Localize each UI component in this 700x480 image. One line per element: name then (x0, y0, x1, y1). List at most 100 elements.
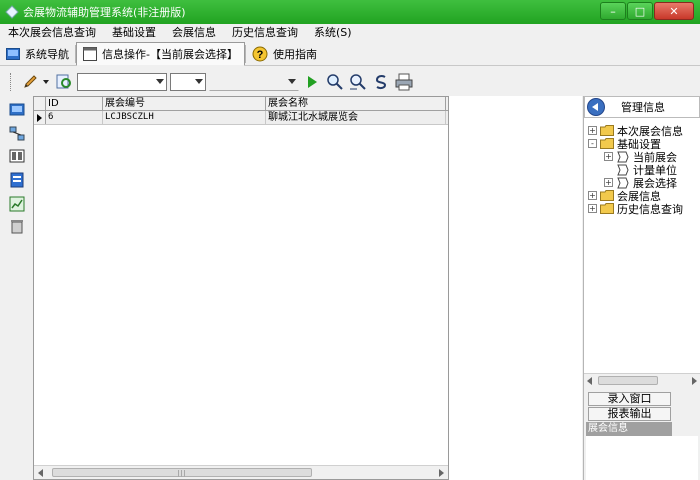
folder-open-icon (600, 138, 614, 149)
grid-horizontal-scrollbar[interactable]: ||| (34, 465, 448, 479)
chevron-down-icon (195, 79, 203, 84)
minimize-button[interactable]: – (600, 2, 626, 20)
entry-window-button[interactable]: 录入窗口 (588, 392, 671, 406)
tab-system-nav[interactable]: 系统导航 (0, 43, 75, 65)
monitor-icon[interactable] (9, 102, 25, 118)
find-icon (327, 74, 343, 90)
app-icon (5, 5, 19, 19)
expand-icon[interactable]: + (588, 204, 597, 213)
expand-icon[interactable]: + (604, 178, 613, 187)
scroll-left-icon[interactable] (38, 469, 43, 477)
network-icon[interactable] (9, 126, 25, 142)
tree-node-label: 历史信息查询 (617, 202, 683, 216)
scroll-left-icon[interactable] (587, 377, 592, 385)
title-bar: 会展物流辅助管理系统(非注册版) – □ ✕ (0, 0, 700, 24)
scroll-right-icon[interactable] (692, 377, 697, 385)
svg-text:?: ? (257, 49, 264, 61)
refresh-button[interactable] (371, 72, 391, 92)
table-row[interactable]: 6 LCJBSCZLH 聊城江北水城展览会 (34, 111, 448, 125)
filter-operator-value (171, 77, 173, 87)
find-button[interactable] (325, 72, 345, 92)
row-indicator (34, 111, 46, 124)
filter-button[interactable] (54, 72, 74, 92)
tab-user-guide-label: 使用指南 (272, 47, 317, 61)
menu-history-query[interactable]: 历史信息查询 (224, 24, 306, 42)
tab-info-operation[interactable]: 信息操作-【当前展会选择】 (76, 41, 245, 66)
chart-icon[interactable] (9, 196, 25, 212)
selected-list-item[interactable]: 展会信息 (586, 422, 672, 436)
setting-doc-icon (617, 164, 629, 175)
left-tool-strip (0, 96, 33, 480)
folder-icon (600, 125, 614, 136)
detail-panel (449, 96, 582, 480)
folder-icon (600, 190, 614, 201)
data-grid: ID 展会编号 展会名称 6 LCJBSCZLH 聊城江北水城展览会 ||| (33, 96, 449, 480)
book-icon[interactable] (9, 148, 25, 164)
row-indicator-header (34, 97, 46, 110)
filter-field-combo[interactable] (77, 73, 167, 91)
cell-name[interactable]: 聊城江北水城展览会 (266, 111, 446, 124)
info-op-icon (83, 46, 97, 61)
pencil-icon (24, 75, 37, 88)
filter-operator-combo[interactable] (170, 73, 206, 91)
column-header-code[interactable]: 展会编号 (103, 97, 266, 110)
edit-dropdown-arrow[interactable] (43, 78, 51, 86)
tree-horizontal-scrollbar[interactable] (584, 373, 700, 387)
filter-icon (56, 74, 71, 89)
filter-value-combo[interactable] (209, 73, 299, 91)
tab-info-operation-label: 信息操作-【当前展会选择】 (102, 47, 238, 61)
tab-user-guide[interactable]: ? 使用指南 (246, 43, 323, 65)
close-button[interactable]: ✕ (654, 2, 694, 20)
cell-id[interactable]: 6 (46, 111, 103, 124)
chevron-down-icon (288, 79, 296, 84)
filter-field-value (78, 77, 80, 87)
column-header-name[interactable]: 展会名称 (266, 97, 446, 110)
collapse-icon[interactable]: - (588, 139, 597, 148)
find-next-button[interactable] (348, 72, 368, 92)
scroll-thumb[interactable]: ||| (52, 468, 312, 477)
grid-header: ID 展会编号 展会名称 (34, 97, 448, 111)
grip-icon: ||| (177, 470, 187, 477)
play-icon (308, 76, 317, 88)
print-button[interactable] (394, 72, 414, 92)
function-list (586, 436, 698, 480)
folder-icon (600, 203, 614, 214)
scroll-right-icon[interactable] (439, 469, 444, 477)
tab-bar: 系统导航 信息操作-【当前展会选择】 ? 使用指南 (0, 41, 700, 66)
tab-system-nav-label: 系统导航 (25, 47, 69, 61)
management-panel: 管理信息 + 本次展会信息 - 基础设置 + 当前展会 计量单位 + 展会选择 … (583, 96, 700, 480)
expand-icon[interactable]: + (588, 191, 597, 200)
management-panel-header: 管理信息 (584, 96, 700, 118)
cell-code[interactable]: LCJBSCZLH (103, 111, 266, 124)
menu-bar: 本次展会信息查询 基础设置 会展信息 历史信息查询 系统(S) (0, 24, 700, 42)
menu-basic-settings[interactable]: 基础设置 (104, 24, 164, 42)
edit-button[interactable] (20, 72, 40, 92)
run-query-button[interactable] (302, 72, 322, 92)
current-row-arrow-icon (37, 114, 42, 122)
printer-icon (395, 73, 413, 91)
filter-value-text (210, 77, 212, 87)
chevron-down-icon (156, 79, 164, 84)
expand-icon[interactable]: + (604, 152, 613, 161)
expand-icon[interactable]: + (588, 126, 597, 135)
refresh-icon (375, 75, 387, 90)
toolbar-grip[interactable] (10, 73, 13, 91)
document-icon[interactable] (9, 172, 25, 188)
find-next-icon (350, 74, 366, 90)
menu-system[interactable]: 系统(S) (306, 24, 360, 42)
system-nav-icon (6, 47, 20, 60)
back-circle-icon[interactable] (587, 98, 605, 116)
help-icon: ? (252, 46, 268, 61)
report-output-button[interactable]: 报表输出 (588, 407, 671, 421)
management-tree: + 本次展会信息 - 基础设置 + 当前展会 计量单位 + 展会选择 + 会展信… (584, 118, 700, 373)
maximize-button[interactable]: □ (627, 2, 653, 20)
tree-node-history[interactable]: + 历史信息查询 (588, 202, 683, 216)
window-title: 会展物流辅助管理系统(非注册版) (23, 6, 186, 19)
management-panel-title: 管理信息 (621, 101, 665, 114)
scroll-thumb[interactable] (598, 376, 658, 385)
menu-current-expo-query[interactable]: 本次展会信息查询 (0, 24, 104, 42)
setting-doc-icon (617, 151, 629, 162)
column-header-id[interactable]: ID (46, 97, 103, 110)
trash-icon[interactable] (9, 218, 25, 234)
menu-expo-info[interactable]: 会展信息 (164, 24, 224, 42)
